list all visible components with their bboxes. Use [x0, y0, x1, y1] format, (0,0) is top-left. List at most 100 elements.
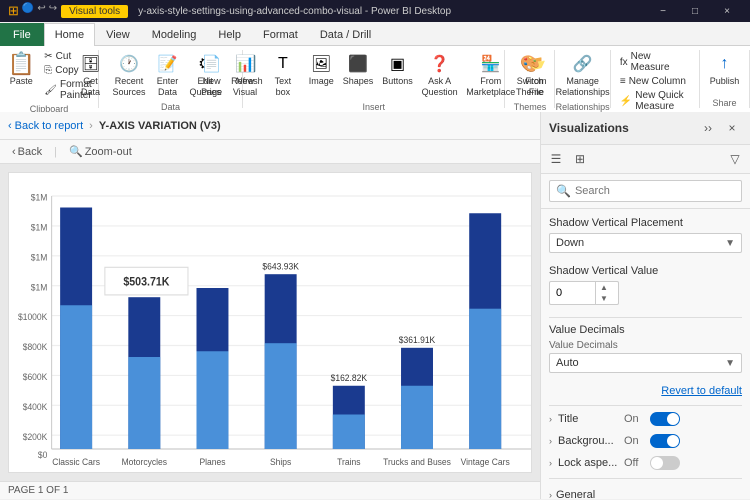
lock-aspect-section-label: Lock aspe...	[558, 457, 618, 469]
new-visual-button[interactable]: 📊 NewVisual	[229, 50, 261, 100]
tab-modeling[interactable]: Modeling	[141, 23, 208, 46]
shadow-vertical-placement-select[interactable]: Down ▼	[549, 233, 742, 253]
insert-label: Insert	[363, 102, 386, 112]
new-column-button[interactable]: ≡ New Column	[617, 75, 693, 88]
title-bar: ⊞ 🔵 ↩ ↪ Visual tools y-axis-style-settin…	[0, 0, 750, 22]
title-collapse-icon[interactable]: ›	[549, 414, 552, 424]
svg-text:Motorcycles: Motorcycles	[122, 457, 168, 467]
recent-sources-button[interactable]: 🕐 RecentSources	[109, 50, 150, 100]
tab-view[interactable]: View	[95, 23, 141, 46]
panel-list-icon[interactable]: ⊞	[569, 148, 591, 170]
close-button[interactable]: ×	[712, 0, 742, 22]
switch-theme-button[interactable]: 🎨 SwitchTheme	[512, 50, 548, 100]
divider-3	[549, 478, 742, 479]
background-toggle-thumb	[667, 435, 679, 447]
lock-aspect-toggle[interactable]	[650, 456, 680, 470]
back-button[interactable]: ‹ Back	[8, 145, 46, 159]
title-toggle-thumb	[667, 413, 679, 425]
search-box[interactable]: 🔍	[549, 180, 742, 202]
tab-format[interactable]: Format	[252, 23, 309, 46]
tab-help[interactable]: Help	[207, 23, 252, 46]
svg-text:$162.82K: $162.82K	[331, 373, 368, 383]
insert-items: 📄 NewPage 📊 NewVisual T Text box 🖼 Image…	[196, 50, 552, 100]
new-measure-button[interactable]: fx New Measure	[617, 50, 693, 74]
general-section-header[interactable]: › General	[549, 485, 742, 499]
svg-text:$1M: $1M	[31, 282, 48, 292]
tab-data-drill[interactable]: Data / Drill	[309, 23, 382, 46]
increment-button[interactable]: ▲	[596, 282, 612, 293]
lock-aspect-toggle-group: › Lock aspe... Off	[549, 456, 742, 470]
background-toggle[interactable]	[650, 434, 680, 448]
publish-button[interactable]: ↑ Publish	[706, 50, 744, 89]
back-arrow-icon: ‹	[8, 120, 12, 132]
background-collapse-icon[interactable]: ›	[549, 436, 552, 446]
new-quick-measure-button[interactable]: ⚡ New Quick Measure	[617, 89, 693, 113]
shadow-vertical-placement-group: Shadow Vertical Placement Down ▼	[549, 217, 742, 253]
window-controls[interactable]: − □ ×	[648, 0, 742, 22]
ask-question-button[interactable]: ❓ Ask AQuestion	[418, 50, 461, 100]
shadow-vertical-number-input[interactable]	[550, 284, 595, 302]
title-toggle[interactable]	[650, 412, 680, 426]
panel-expand-button[interactable]: ››	[698, 118, 718, 138]
manage-relationships-button[interactable]: 🔗 ManageRelationships	[552, 50, 614, 100]
paste-label: Paste	[10, 76, 33, 87]
visualizations-panel: Visualizations ›› × ☰ ⊞ ▽ 🔍 Shadow Verti…	[540, 112, 750, 499]
panel-fields-icon[interactable]: ☰	[545, 148, 567, 170]
panel-search-area: 🔍	[541, 174, 750, 209]
svg-text:$1M: $1M	[31, 192, 48, 202]
new-measure-icon: fx	[620, 57, 628, 68]
decrement-button[interactable]: ▼	[596, 293, 612, 304]
calc-small-btns: fx New Measure ≡ New Column ⚡ New Quick …	[617, 50, 693, 113]
visual-tools-badge: Visual tools	[61, 5, 128, 18]
minimize-button[interactable]: −	[648, 0, 678, 22]
paste-button[interactable]: 📋 Paste	[3, 50, 39, 89]
page-footer: PAGE 1 OF 1	[0, 481, 540, 499]
title-bar-left: ⊞ 🔵 ↩ ↪ Visual tools y-axis-style-settin…	[8, 3, 451, 19]
new-visual-icon: 📊	[233, 52, 257, 76]
shadow-vertical-value-input[interactable]: ▲ ▼	[549, 281, 619, 305]
shapes-icon: ⬛	[346, 52, 370, 76]
buttons-button[interactable]: ▣ Buttons	[379, 50, 416, 89]
svg-text:$200K: $200K	[23, 432, 48, 442]
new-page-button[interactable]: 📄 NewPage	[196, 50, 227, 100]
bar-ships-light	[265, 343, 297, 449]
calculations-items: fx New Measure ≡ New Column ⚡ New Quick …	[617, 50, 693, 113]
image-label: Image	[309, 76, 334, 87]
main-area: ‹ Back to report › Y-AXIS VARIATION (V3)…	[0, 112, 750, 499]
panel-close-button[interactable]: ×	[722, 118, 742, 138]
title-toggle-state: On	[624, 413, 644, 425]
shapes-button[interactable]: ⬛ Shapes	[339, 50, 376, 89]
breadcrumb-title: Y-AXIS VARIATION (V3)	[99, 120, 221, 132]
maximize-button[interactable]: □	[680, 0, 710, 22]
ask-question-label: Ask AQuestion	[422, 76, 458, 98]
enter-data-button[interactable]: 📝 EnterData	[152, 50, 184, 100]
relationships-label: Relationships	[556, 102, 610, 112]
image-button[interactable]: 🖼 Image	[305, 50, 337, 89]
search-icon: 🔍	[556, 184, 571, 198]
svg-text:$800K: $800K	[23, 342, 48, 352]
zoom-out-button[interactable]: 🔍 Zoom-out	[65, 144, 136, 159]
panel-header: Visualizations ›› ×	[541, 112, 750, 145]
tab-file[interactable]: File	[0, 23, 44, 46]
image-icon: 🖼	[309, 52, 333, 76]
recent-sources-label: RecentSources	[113, 76, 146, 98]
lock-aspect-collapse-icon[interactable]: ›	[549, 458, 552, 468]
number-arrows: ▲ ▼	[595, 282, 612, 304]
svg-text:$643.93K: $643.93K	[262, 261, 299, 271]
get-data-button[interactable]: 🗄 GetData	[75, 50, 107, 100]
tab-home[interactable]: Home	[44, 23, 95, 46]
search-input[interactable]	[575, 185, 735, 197]
copy-icon: ⎘	[44, 65, 52, 76]
text-box-icon: T	[271, 52, 295, 76]
background-toggle-state: On	[624, 435, 644, 447]
share-items: ↑ Publish	[706, 50, 744, 96]
paste-icon: 📋	[9, 52, 33, 76]
value-decimals-select[interactable]: Auto ▼	[549, 353, 742, 373]
format-painter-icon: 🖌	[44, 85, 57, 96]
back-to-report-button[interactable]: ‹ Back to report	[8, 120, 83, 132]
text-box-button[interactable]: T Text box	[263, 50, 303, 100]
revert-to-default-button[interactable]: Revert to default	[549, 385, 742, 397]
title-toggle-group: › Title On	[549, 412, 742, 426]
panel-filter-icon[interactable]: ▽	[724, 148, 746, 170]
get-data-label: GetData	[81, 76, 100, 98]
